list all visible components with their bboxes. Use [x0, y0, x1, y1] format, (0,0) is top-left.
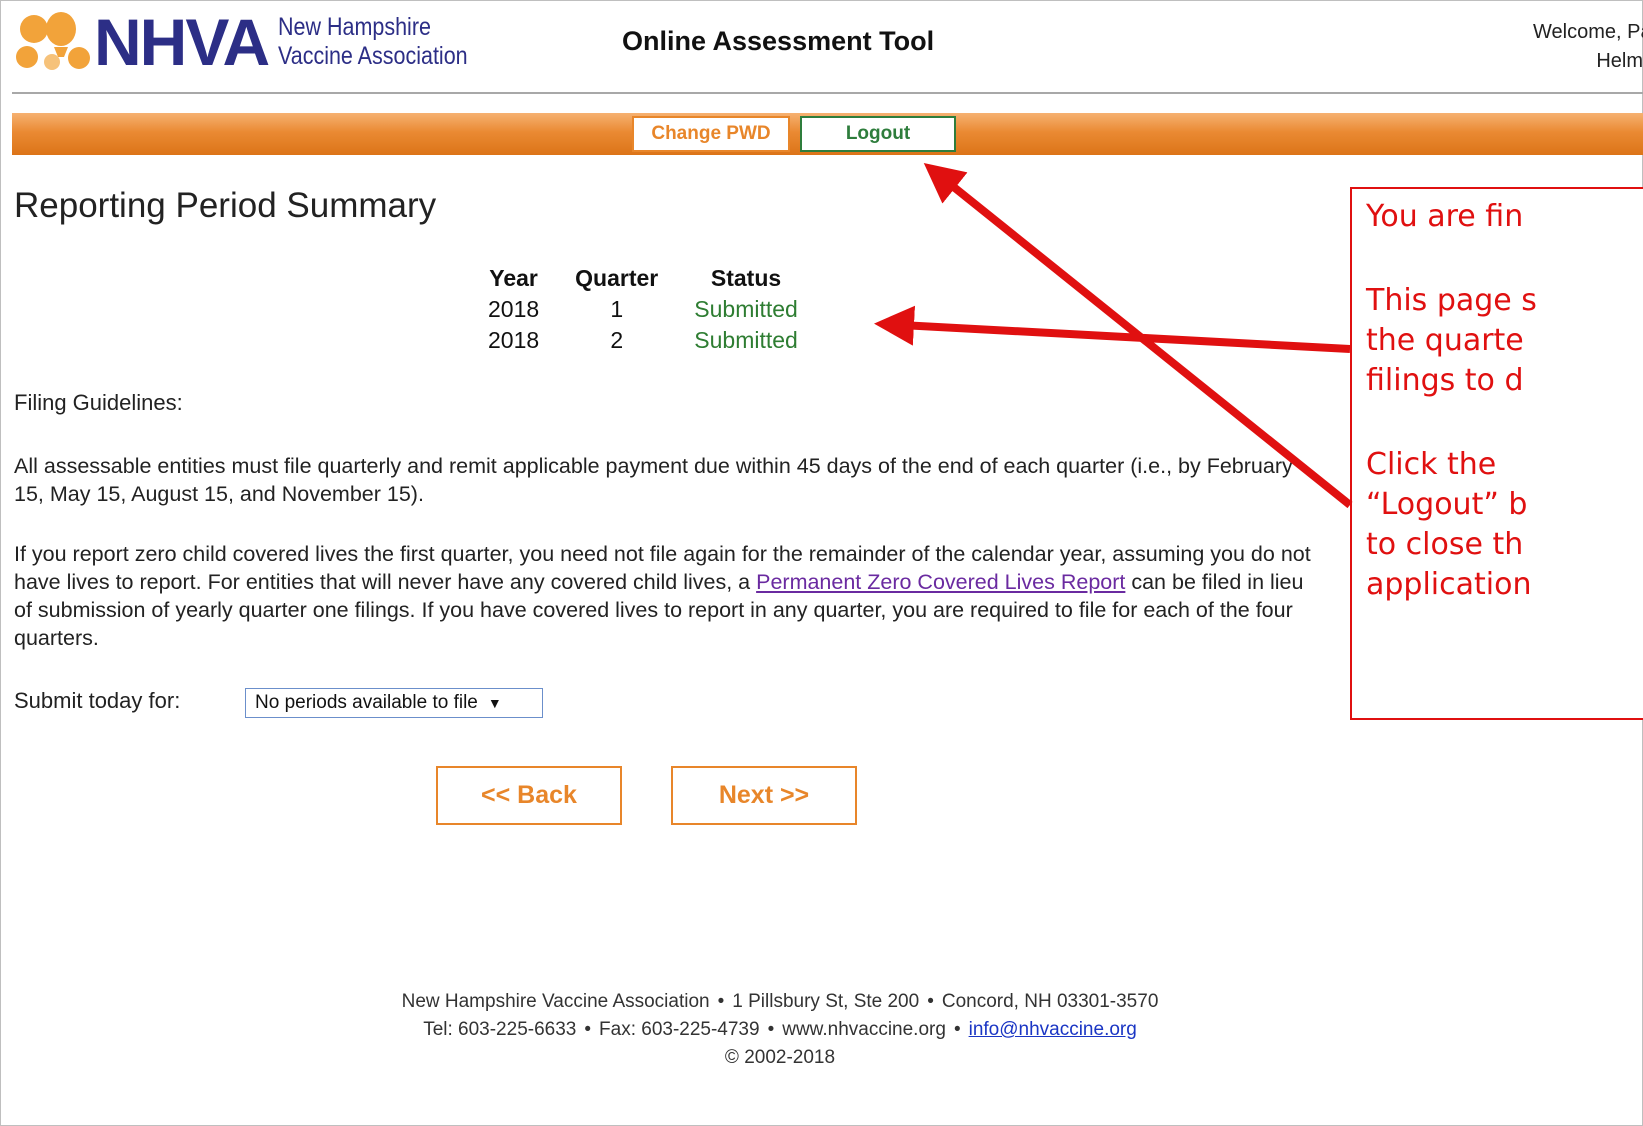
footer-email-link[interactable]: info@nhvaccine.org — [969, 1019, 1137, 1040]
permanent-zero-covered-lives-link[interactable]: Permanent Zero Covered Lives Report — [756, 570, 1125, 594]
footer-line-address: New Hampshire Vaccine Association • 1 Pill… — [270, 988, 1290, 1016]
reporting-period-table: Year Quarter Status 2018 1 Submitted 201… — [470, 263, 816, 356]
guidelines-paragraph-deadlines: All assessable entities must file quarte… — [14, 454, 1293, 506]
guidelines-paragraph-zero-lives: If you report zero child covered lives t… — [14, 540, 1314, 652]
back-button[interactable]: << Back — [436, 766, 622, 825]
callout-line: application — [1366, 567, 1532, 602]
callout-line: “Logout” b — [1366, 487, 1528, 522]
footer-tel: Tel: 603-225-6633 — [423, 1019, 577, 1040]
separator-dot-icon: • — [927, 991, 934, 1012]
callout-line: You are fin — [1366, 199, 1524, 234]
footer-fax: Fax: 603-225-4739 — [599, 1019, 760, 1040]
logout-button[interactable]: Logout — [800, 116, 956, 152]
next-button[interactable]: Next >> — [671, 766, 857, 825]
cell-status: Submitted — [694, 296, 798, 322]
filing-guidelines-heading: Filing Guidelines: — [14, 390, 183, 415]
column-header-quarter: Quarter — [575, 265, 659, 291]
footer-copyright: © 2002-2018 — [724, 1047, 836, 1068]
callout-line: Click the — [1366, 447, 1497, 482]
cell-quarter: 1 — [610, 296, 624, 322]
balloons-logo-icon — [14, 11, 92, 73]
callout-line: the quarte — [1366, 323, 1524, 358]
welcome-line2: Helms — [1596, 50, 1643, 72]
logo-subtitle-line2: Vaccine Association — [278, 42, 468, 70]
logo-subtitle: New Hampshire Vaccine Association — [278, 13, 468, 71]
footer-line-contact: Tel: 603-225-6633 • Fax: 603-225-4739 • www.… — [270, 1016, 1290, 1044]
footer-website: www.nhvaccine.org — [782, 1019, 946, 1040]
table-row: 2018 1 Submitted — [470, 294, 816, 325]
dropdown-arrow-icon: ▼ — [487, 695, 502, 711]
period-select-value: No periods available to file — [255, 692, 478, 713]
separator-dot-icon: • — [767, 1019, 775, 1040]
footer-address: 1 Pillsbury St, Ste 200 — [732, 991, 920, 1012]
column-header-status: Status — [710, 265, 782, 291]
change-password-button[interactable]: Change PWD — [632, 116, 790, 152]
table-row: 2018 2 Submitted — [470, 325, 816, 356]
callout-gap — [1366, 401, 1643, 445]
page-footer: New Hampshire Vaccine Association • 1 Pill… — [270, 988, 1290, 1072]
separator-dot-icon: • — [584, 1019, 592, 1040]
footer-city: Concord, NH 03301-3570 — [941, 991, 1159, 1012]
column-header-year: Year — [489, 265, 538, 291]
nhva-logo[interactable]: NHVA New Hampshire Vaccine Association — [14, 5, 499, 79]
separator-dot-icon: • — [953, 1019, 961, 1040]
callout-line: filings to d — [1366, 363, 1524, 398]
welcome-line1: Welcome, Patrick! — [1533, 21, 1643, 43]
callout-line: to close th — [1366, 527, 1524, 562]
cell-year: 2018 — [488, 327, 540, 353]
page-title: Reporting Period Summary — [14, 186, 437, 225]
separator-dot-icon: • — [717, 991, 725, 1012]
table-header-row: Year Quarter Status — [470, 263, 816, 294]
welcome-message: Welcome, Patrick! Helms — [1533, 18, 1643, 76]
logo-subtitle-line1: New Hampshire — [278, 13, 432, 41]
cell-quarter: 2 — [610, 327, 624, 353]
cell-year: 2018 — [488, 296, 540, 322]
submit-today-label: Submit today for: — [14, 688, 181, 713]
callout-gap — [1366, 237, 1643, 281]
callout-line: This page s — [1366, 283, 1537, 318]
period-select[interactable]: No periods available to file ▼ — [245, 688, 543, 718]
annotation-callout: You are fin This page s the quarte filin… — [1350, 187, 1643, 720]
logo-wordmark: NHVA — [94, 5, 270, 79]
header-divider — [12, 92, 1643, 94]
cell-status: Submitted — [694, 327, 798, 353]
app-title: Online Assessment Tool — [622, 26, 935, 56]
footer-org: New Hampshire Vaccine Association — [401, 991, 710, 1012]
